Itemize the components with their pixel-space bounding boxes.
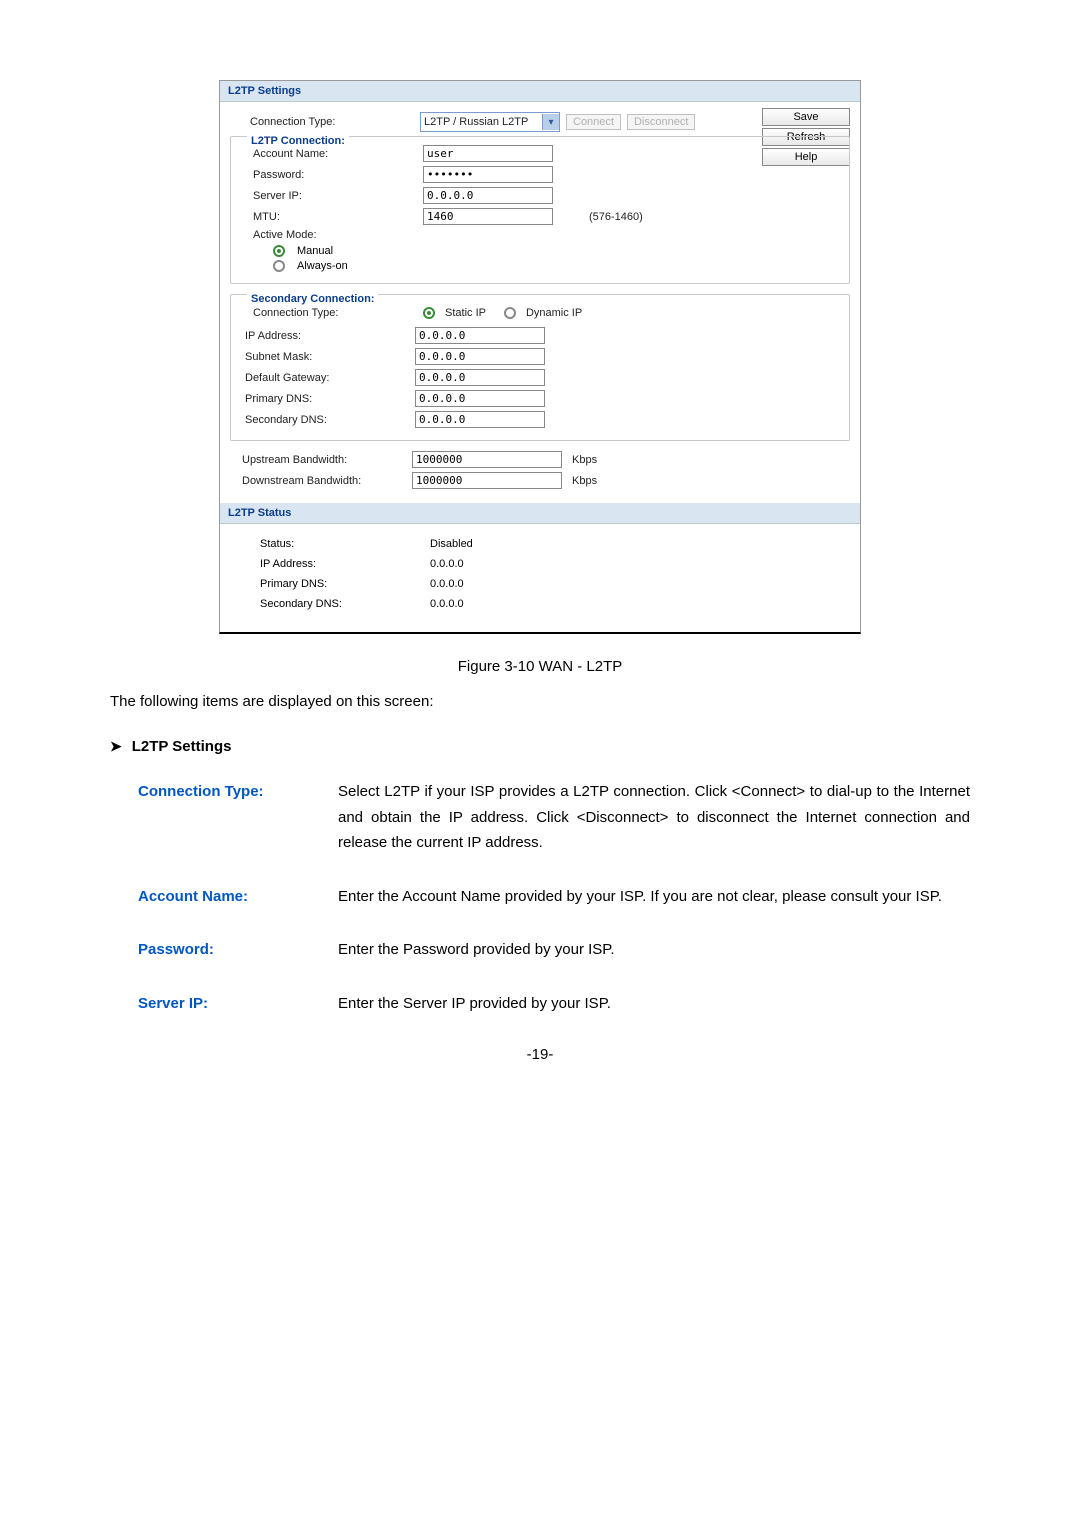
downstream-bw-unit: Kbps (572, 475, 597, 487)
figure-caption: Figure 3-10 WAN - L2TP (110, 658, 970, 675)
status-sdns-label: Secondary DNS: (230, 598, 430, 610)
ip-address-label: IP Address: (233, 330, 415, 342)
upstream-bw-unit: Kbps (572, 454, 597, 466)
save-button[interactable]: Save (762, 108, 850, 126)
disconnect-button[interactable]: Disconnect (627, 114, 695, 130)
primary-dns-input[interactable] (415, 390, 545, 407)
secondary-dns-input[interactable] (415, 411, 545, 428)
dynamic-ip-label: Dynamic IP (526, 307, 582, 319)
router-config-panel: L2TP Settings Save Refresh Help Connecti… (219, 80, 861, 634)
intro-text: The following items are displayed on thi… (110, 693, 970, 710)
status-ip-label: IP Address: (230, 558, 430, 570)
connection-type-value: L2TP / Russian L2TP (424, 116, 528, 128)
mtu-input[interactable] (423, 208, 553, 225)
desc-password-text: Enter the Password provided by your ISP. (338, 937, 970, 963)
l2tp-connection-title: L2TP Connection: (247, 135, 349, 147)
connection-type-label: Connection Type: (230, 116, 420, 128)
secondary-dns-label: Secondary DNS: (233, 414, 415, 426)
desc-connection-type-text: Select L2TP if your ISP provides a L2TP … (338, 779, 970, 856)
secondary-connection-title: Secondary Connection: (247, 293, 378, 305)
desc-account-name-label: Account Name: (138, 884, 338, 910)
active-mode-manual-label: Manual (297, 245, 333, 257)
subnet-mask-label: Subnet Mask: (233, 351, 415, 363)
subnet-mask-input[interactable] (415, 348, 545, 365)
static-ip-label: Static IP (445, 307, 486, 319)
account-name-label: Account Name: (233, 148, 423, 160)
status-sdns-value: 0.0.0.0 (430, 598, 464, 610)
active-mode-always-label: Always-on (297, 260, 348, 272)
desc-account-name-text: Enter the Account Name provided by your … (338, 884, 970, 910)
settings-section-header: L2TP Settings (220, 81, 860, 102)
desc-connection-type-label: Connection Type: (138, 779, 338, 856)
ip-address-input[interactable] (415, 327, 545, 344)
connection-type-select[interactable]: L2TP / Russian L2TP ▾ (420, 112, 560, 132)
status-ip-value: 0.0.0.0 (430, 558, 464, 570)
downstream-bw-label: Downstream Bandwidth: (230, 475, 412, 487)
primary-dns-label: Primary DNS: (233, 393, 415, 405)
active-mode-always-option[interactable]: Always-on (233, 260, 847, 272)
desc-password-label: Password: (138, 937, 338, 963)
radio-icon[interactable] (504, 307, 516, 319)
active-mode-label: Active Mode: (233, 229, 423, 241)
status-section-header: L2TP Status (220, 503, 860, 524)
password-label: Password: (233, 169, 423, 181)
radio-icon[interactable] (423, 307, 435, 319)
server-ip-input[interactable] (423, 187, 553, 204)
mtu-label: MTU: (233, 211, 423, 223)
bullet-heading: L2TP Settings (132, 738, 232, 755)
desc-server-ip-label: Server IP: (138, 991, 338, 1017)
default-gateway-label: Default Gateway: (233, 372, 415, 384)
status-pdns-label: Primary DNS: (230, 578, 430, 590)
upstream-bw-label: Upstream Bandwidth: (230, 454, 412, 466)
password-input[interactable] (423, 166, 553, 183)
arrow-bullet-icon: ➤ (110, 738, 122, 755)
l2tp-connection-fieldset: L2TP Connection: Account Name: Password:… (230, 136, 850, 284)
page-number: -19- (110, 1046, 970, 1063)
default-gateway-input[interactable] (415, 369, 545, 386)
status-label: Status: (230, 538, 430, 550)
account-name-input[interactable] (423, 145, 553, 162)
chevron-down-icon: ▾ (542, 114, 559, 130)
radio-icon (273, 245, 285, 257)
upstream-bw-input[interactable] (412, 451, 562, 468)
status-pdns-value: 0.0.0.0 (430, 578, 464, 590)
secondary-conn-type-label: Connection Type: (233, 307, 423, 319)
mtu-hint: (576-1460) (589, 211, 643, 223)
status-value: Disabled (430, 538, 473, 550)
active-mode-manual-option[interactable]: Manual (233, 245, 847, 257)
server-ip-label: Server IP: (233, 190, 423, 202)
desc-server-ip-text: Enter the Server IP provided by your ISP… (338, 991, 970, 1017)
radio-icon (273, 260, 285, 272)
downstream-bw-input[interactable] (412, 472, 562, 489)
connect-button[interactable]: Connect (566, 114, 621, 130)
secondary-connection-fieldset: Secondary Connection: Connection Type: S… (230, 294, 850, 441)
